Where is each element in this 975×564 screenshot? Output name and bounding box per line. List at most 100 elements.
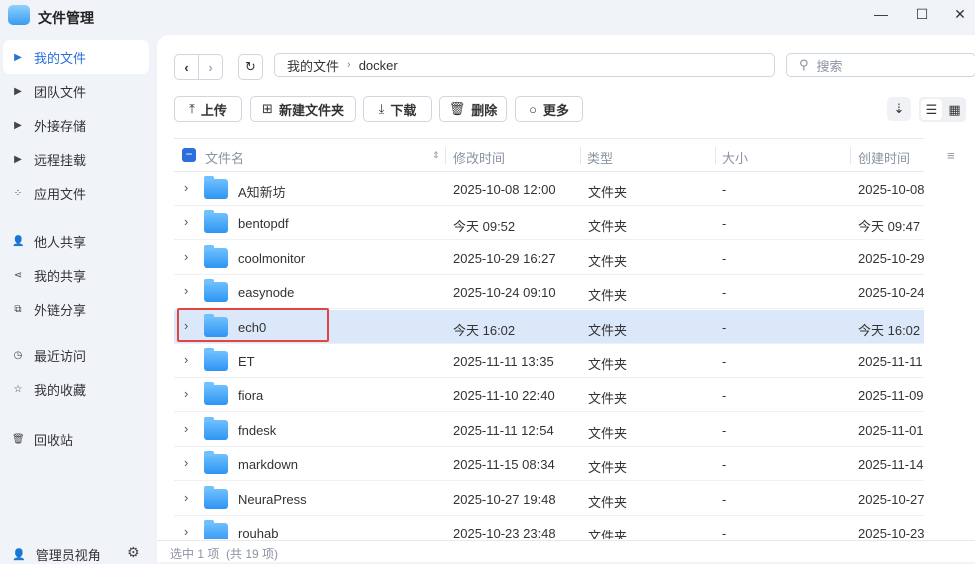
column-size[interactable]: 大小 [722,148,748,167]
forward-button[interactable]: › [198,54,223,80]
file-size: - [722,491,727,507]
file-type: 文件夹 [588,288,628,304]
sidebar-item-7[interactable]: ⧉ 外链分享 [3,292,149,326]
refresh-button[interactable]: ↻ [238,54,263,80]
created-time: 2025-10-23 [858,526,925,539]
table-row[interactable]: › rouhab 2025-10-23 23:48 文件夹 - 2025-10-… [174,516,925,539]
created-time: 今天 16:02 [858,322,921,338]
sidebar-item-9[interactable]: ☆ 我的收藏 [3,372,149,406]
file-type: 文件夹 [588,185,628,200]
breadcrumb-item[interactable]: docker [359,58,398,73]
table-row[interactable]: › coolmonitor 2025-10-29 16:27 文件夹 - 202… [174,241,925,275]
maximize-button[interactable]: ☐ [912,6,932,26]
list-view-icon[interactable]: ☰ [921,99,942,120]
breadcrumb[interactable]: 我的文件 › docker [274,53,775,77]
folder-icon [204,210,228,234]
table-row[interactable]: › fiora 2025-11-10 22:40 文件夹 - 2025-11-0… [174,378,924,413]
column-modified[interactable]: 修改时间 [453,148,505,167]
table-row[interactable]: › NeuraPress 2025-10-27 19:48 文件夹 - 2025… [174,482,925,516]
folder-icon [204,279,228,303]
column-divider [580,147,581,164]
created-time: 2025-10-27 [858,491,925,507]
chevron-right-icon[interactable]: › [184,214,188,229]
table-row[interactable]: › ech0 今天 16:02 文件夹 - 今天 16:02 [174,307,924,344]
sidebar-item-2[interactable]: ▶ 外接存储 [3,108,149,142]
star-icon: ☆ [13,383,23,395]
user-icon: 👤 [12,235,25,247]
download-button[interactable]: ⤓ 下载 [363,96,432,122]
created-time: 今天 09:47 [858,219,921,235]
search-input[interactable]: ⚲ 搜索 [786,53,975,77]
modified-time: 2025-11-15 08:34 [453,457,555,473]
sidebar-item-label: 我的文件 [34,50,87,66]
sidebar-item-4[interactable]: ⁘ 应用文件 [3,176,149,210]
column-name[interactable]: 文件名 [205,148,244,167]
file-type: 文件夹 [588,425,628,441]
upload-icon: ⤒ [189,101,195,116]
breadcrumb-item[interactable]: 我的文件 [287,56,339,75]
sidebar-item-3[interactable]: ▶ 远程挂载 [3,142,149,176]
upload-button[interactable]: ⤒ 上传 [174,96,242,122]
column-type[interactable]: 类型 [587,148,613,167]
chevron-right-icon[interactable]: › [184,386,188,401]
table-row[interactable]: › A知新坊 2025-10-08 12:00 文件夹 - 2025-10-08 [174,172,925,206]
more-button[interactable]: ○ 更多 [515,96,583,122]
admin-view-label: 管理员视角 [35,548,101,563]
chevron-right-icon[interactable]: › [184,249,188,264]
file-name: fiora [238,388,264,404]
selection-status: 选中 1 项 (共 19 项) [170,547,279,561]
table-row[interactable]: › bentopdf 今天 09:52 文件夹 - 今天 09:47 [174,206,924,241]
caret-right-icon: ▶ [14,153,22,165]
modified-time: 2025-10-24 09:10 [453,285,556,301]
file-size: - [722,388,727,404]
chevron-right-icon[interactable]: › [184,421,188,436]
sort-icon[interactable]: ⇣ [887,97,911,121]
sidebar-item-label: 最近访问 [34,348,87,364]
sidebar-item-0[interactable]: ▶ 我的文件 [3,40,149,74]
download-icon: ⤓ [378,101,385,116]
file-name: easynode [238,285,295,301]
file-type: 文件夹 [588,529,628,539]
table-row[interactable]: › easynode 2025-10-24 09:10 文件夹 - 2025-1… [174,275,925,310]
chevron-right-icon[interactable]: › [184,524,188,539]
column-created[interactable]: 创建时间 [858,148,910,167]
sort-arrows-icon[interactable]: ⇕ [432,150,440,161]
sidebar-item-1[interactable]: ▶ 团队文件 [3,74,149,108]
chevron-right-icon[interactable]: › [184,490,188,505]
modified-time: 2025-11-11 12:54 [453,422,554,438]
created-time: 2025-10-24 [858,285,925,301]
sidebar-item-6[interactable]: ⋖ 我的共享 [3,258,149,292]
title-bar: 文件管理 — ☐ ✕ [0,0,975,32]
minimize-button[interactable]: — [871,6,891,26]
select-all-checkbox[interactable]: − [182,148,196,162]
chevron-right-icon: › [347,59,351,71]
file-size: - [722,354,727,369]
close-button[interactable]: ✕ [950,6,970,26]
caret-right-icon: ▶ [14,85,22,97]
chevron-right-icon[interactable]: › [184,352,188,367]
gear-icon[interactable]: ⚙ [127,544,140,561]
caret-right-icon: ▶ [14,119,22,131]
file-name: NeuraPress [238,491,307,507]
chevron-right-icon[interactable]: › [184,283,188,298]
delete-button[interactable]: 🗑 删除 [439,96,507,122]
sidebar-item-5[interactable]: 👤 他人共享 [3,224,149,258]
table-row[interactable]: › ET 2025-11-11 13:35 文件夹 - 2025-11-11 [174,344,924,378]
download-label: 下载 [390,102,417,118]
chevron-right-icon[interactable]: › [184,455,188,470]
back-button[interactable]: ‹ [174,54,199,80]
new-folder-button[interactable]: ⊞ 新建文件夹 [250,96,356,122]
column-settings-icon[interactable]: ≡ [947,148,955,163]
file-size: - [722,250,727,266]
modified-time: 2025-10-08 12:00 [453,182,556,197]
sidebar-item-10[interactable]: 🗑 回收站 [3,422,149,456]
folder-icon [204,485,228,509]
file-type: 文件夹 [588,219,628,235]
grid-view-icon[interactable]: ▦ [944,99,965,120]
sidebar-item-8[interactable]: ◷ 最近访问 [3,338,149,372]
app-title: 文件管理 [38,10,94,26]
table-row[interactable]: › fndesk 2025-11-11 12:54 文件夹 - 2025-11-… [174,413,924,447]
chevron-right-icon[interactable]: › [184,180,188,195]
admin-view-button[interactable]: 👤 管理员视角 [12,545,101,564]
table-row[interactable]: › markdown 2025-11-15 08:34 文件夹 - 2025-1… [174,447,924,482]
